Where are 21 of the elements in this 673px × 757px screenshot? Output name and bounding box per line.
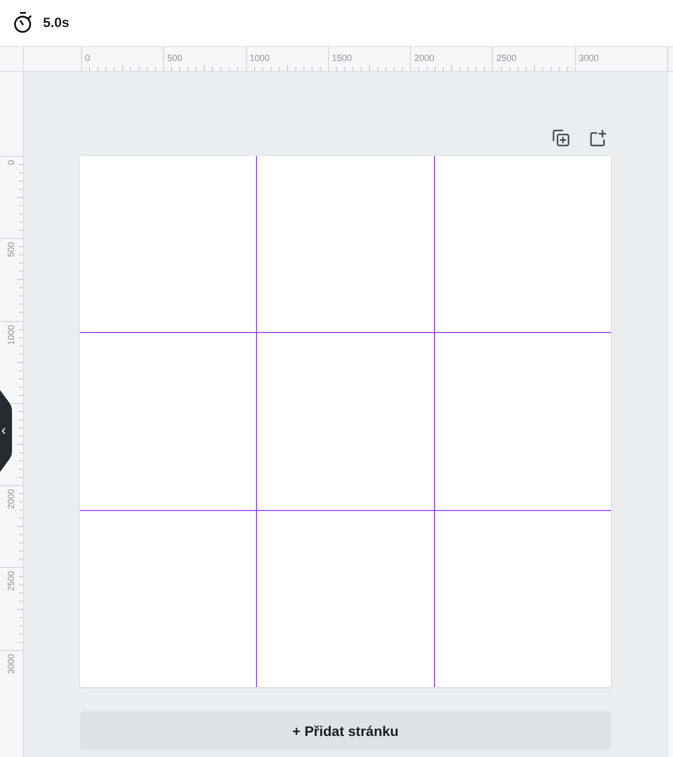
add-page-button[interactable]: + Přidat stránku: [80, 711, 611, 750]
ruler-label: 1000: [248, 52, 270, 63]
stopwatch-icon[interactable]: [14, 12, 32, 33]
panel-collapse-handle[interactable]: [0, 390, 12, 472]
ruler-label: 3000: [6, 654, 16, 674]
ruler-label: 2000: [413, 52, 434, 63]
ruler-label: 0: [84, 52, 90, 63]
ruler-label: 1000: [6, 324, 16, 345]
duration-label: 5.0s: [43, 15, 70, 31]
scrollbar-track[interactable]: [667, 72, 673, 757]
duplicate-page-icon[interactable]: [552, 129, 570, 147]
ruler-label: 1500: [330, 52, 352, 63]
ruler-label: 2000: [6, 489, 16, 510]
ruler-label: 500: [6, 242, 16, 258]
ruler-label: 2500: [6, 571, 16, 592]
ruler-label: 2500: [495, 52, 517, 63]
ruler-label: 500: [166, 52, 182, 63]
ruler-label: 3000: [578, 52, 599, 63]
ruler-label: 0: [6, 160, 16, 166]
add-page-icon[interactable]: [589, 129, 607, 147]
chevron-left-icon: [2, 428, 6, 434]
